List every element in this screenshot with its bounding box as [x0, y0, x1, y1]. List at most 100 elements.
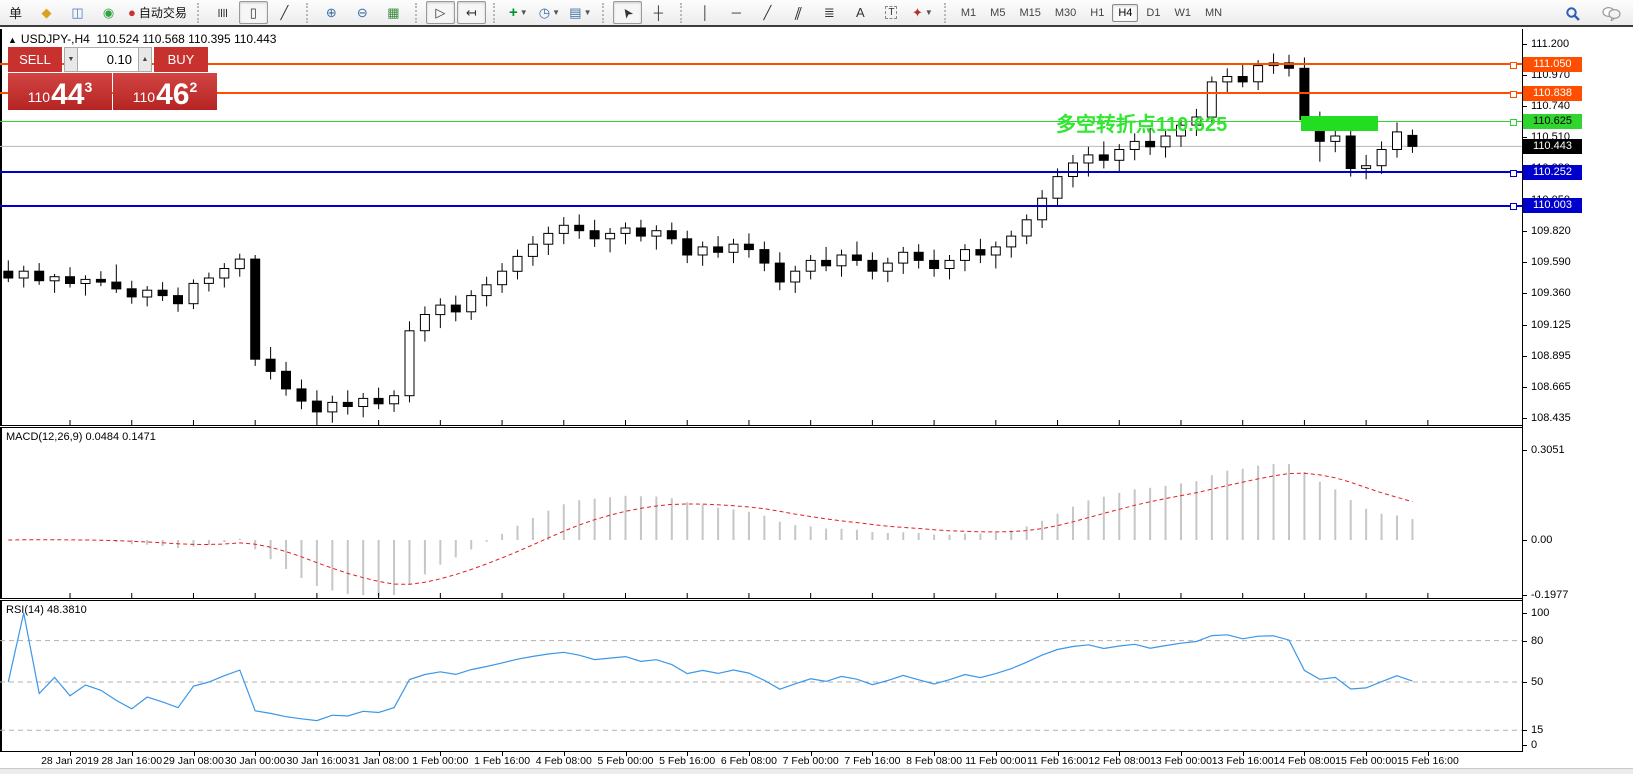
timeframe-button-H1[interactable]: H1: [1084, 4, 1110, 22]
candles: [0, 29, 1522, 425]
axis-tick: [1522, 356, 1527, 357]
axis-tick: [1522, 262, 1527, 263]
time-label: 11 Feb 16:00: [1027, 755, 1088, 767]
volume-down-button[interactable]: ▼: [64, 47, 78, 72]
level-line-110.003[interactable]: [0, 205, 1522, 207]
price-tick-label: 108.435: [1531, 412, 1571, 424]
macd-axis-label: 0.00: [1531, 534, 1552, 546]
level-handle[interactable]: [1510, 91, 1517, 98]
vertical-line-button[interactable]: │: [691, 1, 720, 24]
timeframe-button-MN[interactable]: MN: [1199, 4, 1228, 22]
tile-windows-button[interactable]: ▦: [379, 1, 408, 24]
macd-axis-label: -0.1977: [1531, 589, 1568, 601]
timeframe-button-M15[interactable]: M15: [1013, 4, 1046, 22]
rsi-axis-label: 100: [1531, 607, 1549, 619]
level-line-110.625[interactable]: [0, 121, 1522, 122]
auto-scroll-button[interactable]: ↤: [457, 1, 486, 24]
line-chart-button[interactable]: ╱: [270, 1, 299, 24]
auto-trading-button[interactable]: ●自动交易: [125, 1, 190, 24]
text-button[interactable]: A: [846, 1, 875, 24]
toolbar-separator: [306, 3, 312, 23]
timeframe-button-D1[interactable]: D1: [1140, 4, 1166, 22]
current-price-badge: 110.443: [1523, 139, 1582, 154]
text-label-button[interactable]: T: [877, 1, 906, 24]
time-label: 1 Feb 00:00: [412, 755, 468, 767]
candlestick-chart-button[interactable]: ▯: [239, 1, 268, 24]
timeframe-button-W1[interactable]: W1: [1168, 4, 1197, 22]
fibonacci-button[interactable]: ≣: [815, 1, 844, 24]
price-tick-label: 109.125: [1531, 319, 1571, 331]
bar-chart-button[interactable]: ≣: [208, 1, 237, 24]
rsi-label: RSI(14) 48.3810: [6, 604, 87, 616]
timeframe-button-M30[interactable]: M30: [1049, 4, 1082, 22]
axis-tick: [1522, 540, 1527, 541]
price-tick-label: 108.665: [1531, 381, 1571, 393]
axis-tick: [1522, 106, 1527, 107]
level-line-111.050[interactable]: [0, 63, 1522, 65]
buy-button[interactable]: BUY: [154, 47, 208, 72]
axis-tick: [1522, 745, 1527, 746]
time-label: 30 Jan 16:00: [287, 755, 348, 767]
zoom-in-button[interactable]: ⊕: [317, 1, 346, 24]
axis-tick: [1522, 44, 1527, 45]
trendline-button[interactable]: ╱: [753, 1, 782, 24]
channel-button[interactable]: ∥: [784, 1, 813, 24]
chart-shift-button[interactable]: ▷: [426, 1, 455, 24]
main-chart-pane[interactable]: [0, 29, 1522, 425]
highlight-rectangle[interactable]: [1301, 116, 1378, 132]
time-label: 15 Feb 16:00: [1397, 755, 1459, 767]
chat-icon[interactable]: [1597, 2, 1626, 25]
price-badge-110.838: 110.838: [1523, 86, 1582, 101]
signals-icon[interactable]: ◉: [94, 1, 123, 24]
axis-tick: [1522, 613, 1527, 614]
chart-window-icon[interactable]: ◆: [32, 1, 61, 24]
rsi-axis-label: 0: [1531, 739, 1537, 751]
toolbar-separator: [415, 3, 421, 23]
templates-button[interactable]: ▤▼: [566, 1, 595, 24]
new-order-button[interactable]: 单: [1, 1, 30, 24]
time-label: 13 Feb 00:00: [1150, 755, 1212, 767]
pivot-annotation-text[interactable]: 多空转折点110.625: [1056, 108, 1227, 137]
cursor-button[interactable]: ➤: [613, 1, 642, 24]
level-handle[interactable]: [1510, 170, 1517, 177]
toolbar-separator: [602, 3, 608, 23]
periods-button[interactable]: ◷▼: [535, 1, 564, 24]
collapse-arrow-icon[interactable]: ▲: [8, 35, 17, 45]
timeframe-button-H4[interactable]: H4: [1112, 4, 1138, 22]
sell-price[interactable]: 110443: [8, 73, 112, 110]
level-handle[interactable]: [1510, 119, 1517, 126]
timeframe-button-M1[interactable]: M1: [955, 4, 982, 22]
macd-pane[interactable]: [0, 428, 1522, 598]
volume-input[interactable]: [78, 47, 138, 72]
price-tick-label: 111.200: [1531, 38, 1569, 50]
buy-price[interactable]: 110462: [113, 73, 217, 110]
sell-button[interactable]: SELL: [8, 47, 62, 72]
axis-tick: [1522, 325, 1527, 326]
crosshair-button[interactable]: ┼: [644, 1, 673, 24]
axis-tick: [1522, 595, 1527, 596]
time-label: 4 Feb 08:00: [536, 755, 592, 767]
level-line-110.252[interactable]: [0, 171, 1522, 173]
volume-up-button[interactable]: ▲: [138, 47, 152, 72]
level-handle[interactable]: [1510, 203, 1517, 210]
axis-tick: [1522, 450, 1527, 451]
arrows-button[interactable]: ✦▼: [908, 1, 937, 24]
rsi-pane[interactable]: [0, 601, 1522, 751]
new-chart-button[interactable]: +▼: [504, 1, 533, 24]
axis-tick: [1522, 418, 1527, 419]
window-bottom-strip: [0, 768, 1633, 774]
rsi-axis-label: 80: [1531, 635, 1543, 647]
timeframe-button-M5[interactable]: M5: [984, 4, 1011, 22]
level-handle[interactable]: [1510, 62, 1517, 69]
search-icon[interactable]: [1558, 2, 1587, 25]
symbol-period: USDJPY-,H4: [21, 32, 90, 46]
level-line-110.838[interactable]: [0, 92, 1522, 94]
price-tick-label: 110.740: [1531, 100, 1570, 112]
main-toolbar: 单◆◫◉●自动交易≣▯╱⊕⊖▦▷↤+▼◷▼▤▼➤┼│─╱∥≣AT✦▼ M1M5M…: [0, 0, 1633, 27]
zoom-out-button[interactable]: ⊖: [348, 1, 377, 24]
toolbar-separator: [944, 3, 950, 23]
data-window-icon[interactable]: ◫: [63, 1, 92, 24]
horizontal-line-button[interactable]: ─: [722, 1, 751, 24]
axis-tick: [1522, 231, 1527, 232]
macd-axis-label: 0.3051: [1531, 444, 1565, 456]
